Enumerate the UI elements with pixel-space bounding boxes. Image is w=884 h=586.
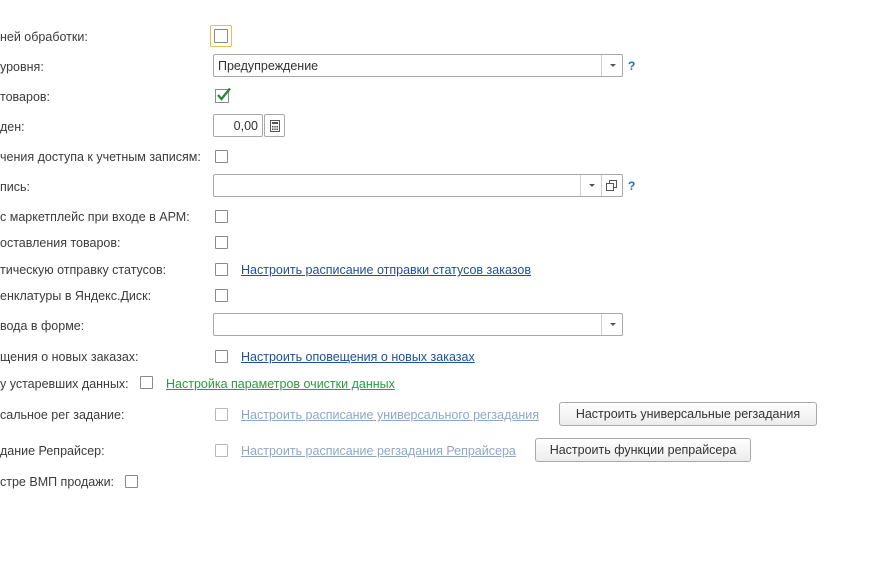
- level-select-value: Предупреждение: [218, 59, 319, 73]
- status-send-checkbox[interactable]: [215, 263, 228, 276]
- universal-tasks-button[interactable]: Настроить универсальные регзадания: [559, 402, 817, 426]
- chevron-down-icon[interactable]: [601, 314, 622, 335]
- repricer-functions-button[interactable]: Настроить функции репрайсера: [535, 438, 751, 462]
- calculator-icon: [270, 120, 280, 132]
- label-status-send: тическую отправку статусов:: [0, 263, 167, 277]
- help-icon[interactable]: ?: [628, 59, 635, 73]
- label-form-output: вода в форме:: [0, 319, 85, 333]
- new-orders-notify-link[interactable]: Настроить оповещения о новых заказах: [241, 349, 475, 365]
- label-vmp-sales: стре ВМП продажи:: [0, 475, 115, 489]
- label-account-access: чения доступа к учетным записям:: [0, 150, 201, 164]
- repricer-task-checkbox[interactable]: [215, 444, 228, 457]
- yandex-disk-checkbox[interactable]: [215, 289, 228, 302]
- universal-schedule-link[interactable]: Настроить расписание универсального регз…: [241, 407, 539, 423]
- checkmark-icon: [215, 87, 231, 103]
- help-icon[interactable]: ?: [628, 179, 635, 193]
- calculator-button[interactable]: [264, 114, 285, 137]
- outdated-data-checkbox[interactable]: [140, 376, 153, 389]
- new-orders-checkbox[interactable]: [215, 350, 228, 363]
- marketplace-login-checkbox[interactable]: [215, 210, 228, 223]
- label-marketplace-login: с маркетплейс при входе в АРМ:: [0, 210, 190, 224]
- chevron-down-icon[interactable]: [580, 175, 601, 196]
- label-days: ден:: [0, 120, 25, 134]
- account-select[interactable]: [213, 174, 623, 197]
- label-repricer-task: дание Репрайсер:: [0, 444, 105, 458]
- chevron-down-icon[interactable]: [601, 55, 622, 76]
- goods-checkbox[interactable]: [215, 87, 231, 103]
- account-access-checkbox[interactable]: [215, 150, 228, 163]
- vmp-sales-checkbox[interactable]: [125, 475, 138, 488]
- cleanup-settings-link[interactable]: Настройка параметров очистки данных: [166, 376, 395, 392]
- processing-checkbox[interactable]: [210, 25, 232, 47]
- label-goods-compile: оставления товаров:: [0, 236, 121, 250]
- label-universal-task: сальное рег задание:: [0, 408, 125, 422]
- level-select[interactable]: Предупреждение: [213, 54, 623, 77]
- label-outdated-data: у устаревших данных:: [0, 377, 129, 391]
- status-schedule-link[interactable]: Настроить расписание отправки статусов з…: [241, 262, 531, 278]
- label-processing: ней обработки:: [0, 30, 88, 44]
- days-number-input[interactable]: 0,00: [213, 114, 263, 137]
- form-output-select[interactable]: [213, 313, 623, 336]
- label-yandex-disk: енклатуры в Яндекс.Диск:: [0, 289, 152, 303]
- label-account: пись:: [0, 180, 30, 194]
- days-number-value: 0,00: [233, 119, 258, 133]
- label-level: уровня:: [0, 60, 44, 74]
- goods-compile-checkbox[interactable]: [215, 236, 228, 249]
- checkbox-box: [214, 29, 228, 43]
- label-goods: товаров:: [0, 90, 51, 104]
- label-new-orders: щения о новых заказах:: [0, 350, 139, 364]
- universal-task-checkbox[interactable]: [215, 408, 228, 421]
- open-icon[interactable]: [601, 175, 622, 196]
- repricer-schedule-link[interactable]: Настроить расписание регзадания Репрайсе…: [241, 443, 516, 459]
